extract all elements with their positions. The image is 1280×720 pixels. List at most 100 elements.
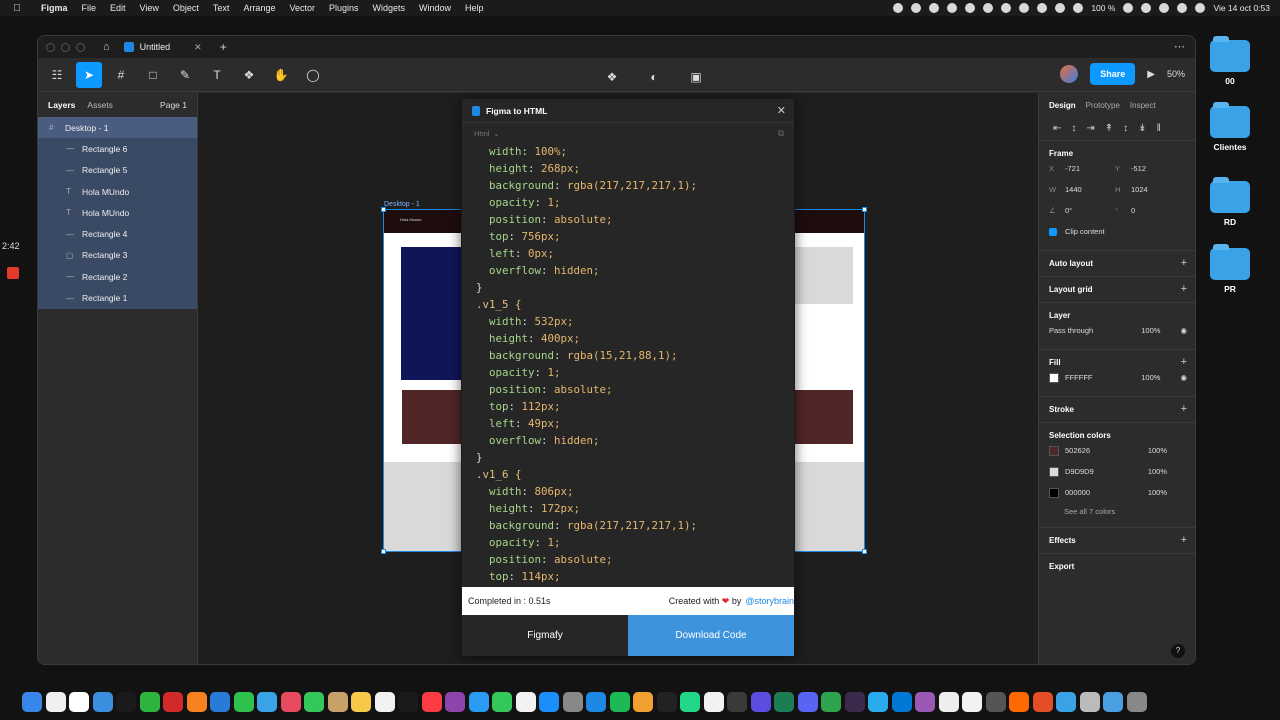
dock-app-icon[interactable]: [774, 692, 794, 712]
zoom-level[interactable]: 50%: [1167, 69, 1185, 79]
clock-icon[interactable]: [1019, 3, 1030, 13]
desktop-folder-clientes[interactable]: Clientes: [1205, 102, 1255, 152]
home-icon[interactable]: ⌂: [103, 41, 110, 53]
shape-tool-icon[interactable]: □: [140, 62, 166, 88]
menu-figma[interactable]: Figma: [34, 3, 75, 13]
gray-rectangle-top[interactable]: [794, 247, 853, 304]
comment-tool-icon[interactable]: ◯: [300, 62, 326, 88]
dock-app-icon[interactable]: [1103, 692, 1123, 712]
dock-app-icon[interactable]: [1032, 692, 1053, 712]
dock-app-icon[interactable]: [163, 692, 183, 712]
dock-app-icon[interactable]: [257, 692, 277, 712]
dock-app-icon[interactable]: [962, 692, 982, 712]
dock-app-icon[interactable]: [445, 692, 465, 712]
status-app-icon[interactable]: [911, 3, 922, 13]
dock-app-icon[interactable]: [515, 692, 536, 712]
align-left-icon[interactable]: ⇤: [1053, 123, 1061, 134]
tab-untitled[interactable]: Untitled ✕: [123, 42, 202, 53]
dock-app-icon[interactable]: [69, 692, 89, 712]
color-swatch[interactable]: [1049, 466, 1059, 477]
blend-mode-select[interactable]: Pass through: [1049, 326, 1093, 335]
hd-icon[interactable]: [965, 3, 976, 13]
layer-row[interactable]: ▢ Rectangle 3: [38, 245, 197, 266]
color-swatch[interactable]: [1049, 445, 1059, 456]
dock-app-icon[interactable]: [844, 692, 865, 712]
color-hex[interactable]: 000000: [1065, 488, 1115, 497]
dock-app-icon[interactable]: [868, 692, 888, 712]
dock-app-icon[interactable]: [539, 692, 559, 712]
gear-icon[interactable]: [893, 3, 904, 13]
color-swatch[interactable]: [1049, 487, 1059, 498]
play-icon[interactable]: ▶: [1147, 69, 1155, 80]
align-middle-icon[interactable]: ↕: [1123, 123, 1128, 134]
dock-app-icon[interactable]: [891, 692, 912, 712]
status-app-icon[interactable]: [1001, 3, 1012, 13]
dock-app-icon[interactable]: [1126, 692, 1147, 712]
dock-app-icon[interactable]: [398, 692, 418, 712]
frame-section-title[interactable]: Frame: [1049, 149, 1187, 158]
rotation-field[interactable]: 0°: [1065, 206, 1115, 215]
dock-app-icon[interactable]: [1056, 692, 1076, 712]
align-top-icon[interactable]: ↟: [1105, 123, 1113, 134]
desktop-folder-rd[interactable]: RD: [1205, 177, 1255, 227]
fill-hex[interactable]: FFFFFF: [1065, 373, 1115, 382]
layer-row[interactable]: — Rectangle 1: [38, 287, 197, 308]
dock-app-icon[interactable]: [468, 692, 489, 712]
desktop-folder-00[interactable]: 00: [1205, 36, 1255, 86]
add-effect-icon[interactable]: +: [1181, 534, 1187, 546]
dock-app-icon[interactable]: [633, 692, 653, 712]
add-auto-layout-icon[interactable]: +: [1181, 257, 1187, 269]
menu-plugins[interactable]: Plugins: [322, 3, 366, 13]
dock-app-icon[interactable]: [609, 692, 630, 712]
dock-app-icon[interactable]: [351, 692, 371, 712]
width-field[interactable]: 1440: [1065, 185, 1115, 194]
dock-app-icon[interactable]: [1079, 692, 1100, 712]
bluetooth-icon[interactable]: [1037, 3, 1048, 13]
x-field[interactable]: -721: [1065, 164, 1115, 173]
mask-icon[interactable]: ◐: [641, 64, 667, 90]
status-app-icon[interactable]: [1055, 3, 1066, 13]
menu-help[interactable]: Help: [458, 3, 491, 13]
dock-app-icon[interactable]: [680, 692, 700, 712]
minimize-window-button[interactable]: [61, 42, 70, 52]
height-field[interactable]: 1024: [1131, 185, 1181, 194]
dock-app-icon[interactable]: [116, 692, 136, 712]
control-center-icon[interactable]: [1177, 3, 1188, 13]
dock-app-icon[interactable]: [421, 692, 442, 712]
dock-app-icon[interactable]: [938, 692, 959, 712]
dock-app-icon[interactable]: [586, 692, 606, 712]
dock-app-icon[interactable]: [374, 692, 395, 712]
dock-app-icon[interactable]: [562, 692, 583, 712]
airplay-icon[interactable]: [983, 3, 994, 13]
dock-app-icon[interactable]: [492, 692, 512, 712]
resources-icon[interactable]: ❖: [236, 62, 262, 88]
dock-app-icon[interactable]: [233, 692, 254, 712]
tab-inspect[interactable]: Inspect: [1130, 101, 1156, 110]
dock-app-icon[interactable]: [797, 692, 818, 712]
search-icon[interactable]: [1159, 3, 1170, 13]
battery-icon[interactable]: [1123, 3, 1134, 13]
dock-app-icon[interactable]: [1009, 692, 1029, 712]
color-hex[interactable]: 502626: [1065, 446, 1115, 455]
align-right-icon[interactable]: ⇥: [1086, 123, 1094, 134]
pen-tool-icon[interactable]: ✎: [172, 62, 198, 88]
navy-rectangle[interactable]: [401, 247, 461, 380]
frame-tool-icon[interactable]: #: [108, 62, 134, 88]
menu-file[interactable]: File: [75, 3, 104, 13]
dock-app-icon[interactable]: [139, 692, 160, 712]
dropbox-icon[interactable]: [947, 3, 958, 13]
menu-arrange[interactable]: Arrange: [236, 3, 282, 13]
zoom-window-button[interactable]: [76, 42, 85, 52]
layer-opacity[interactable]: 100%: [1141, 326, 1160, 335]
move-tool-icon[interactable]: ➤: [76, 61, 102, 88]
y-field[interactable]: -512: [1131, 164, 1181, 173]
fill-opacity[interactable]: 100%: [1141, 373, 1160, 382]
page-selector[interactable]: Page 1: [160, 100, 187, 110]
layer-row[interactable]: — Rectangle 2: [38, 266, 197, 287]
component-icon[interactable]: ❖: [599, 64, 625, 90]
dock-app-icon[interactable]: [821, 692, 841, 712]
desktop-folder-pr[interactable]: PR: [1205, 244, 1255, 294]
hand-tool-icon[interactable]: ✋: [268, 62, 294, 88]
menu-view[interactable]: View: [133, 3, 166, 13]
frame-label[interactable]: Desktop - 1: [384, 201, 420, 208]
